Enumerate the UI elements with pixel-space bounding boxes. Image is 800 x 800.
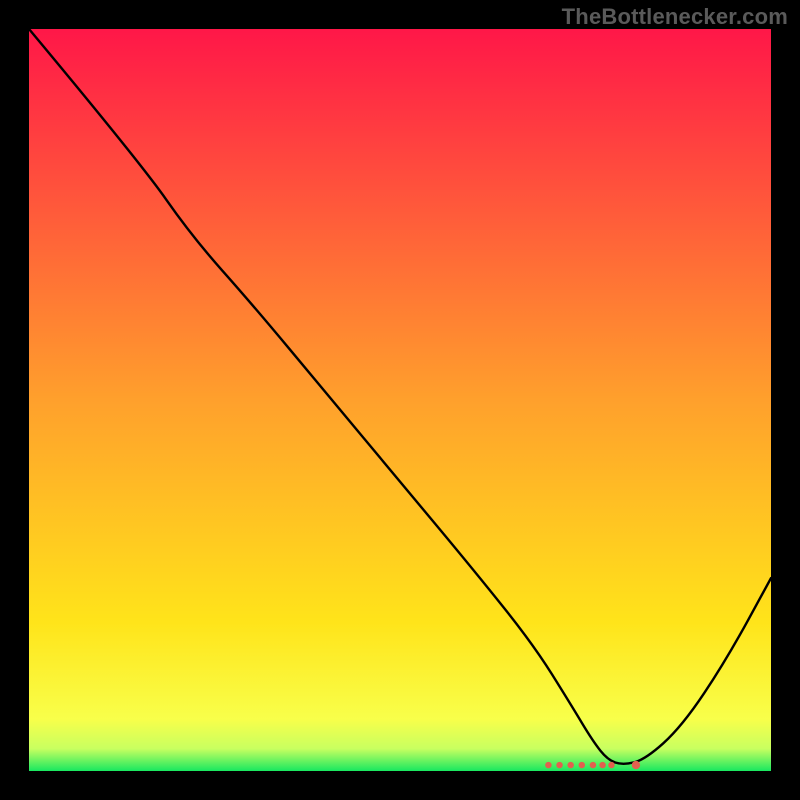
curve-marker [556,762,562,768]
chart-stage: TheBottlenecker.com [0,0,800,800]
curve-marker [632,761,640,769]
curve-marker [608,762,614,768]
curve-marker [599,762,605,768]
attribution-label: TheBottlenecker.com [562,4,788,30]
plot-area [29,29,771,771]
curve-marker [579,762,585,768]
chart-svg [29,29,771,771]
curve-marker [590,762,596,768]
curve-marker [545,762,551,768]
curve-marker [567,762,573,768]
gradient-background [29,29,771,771]
